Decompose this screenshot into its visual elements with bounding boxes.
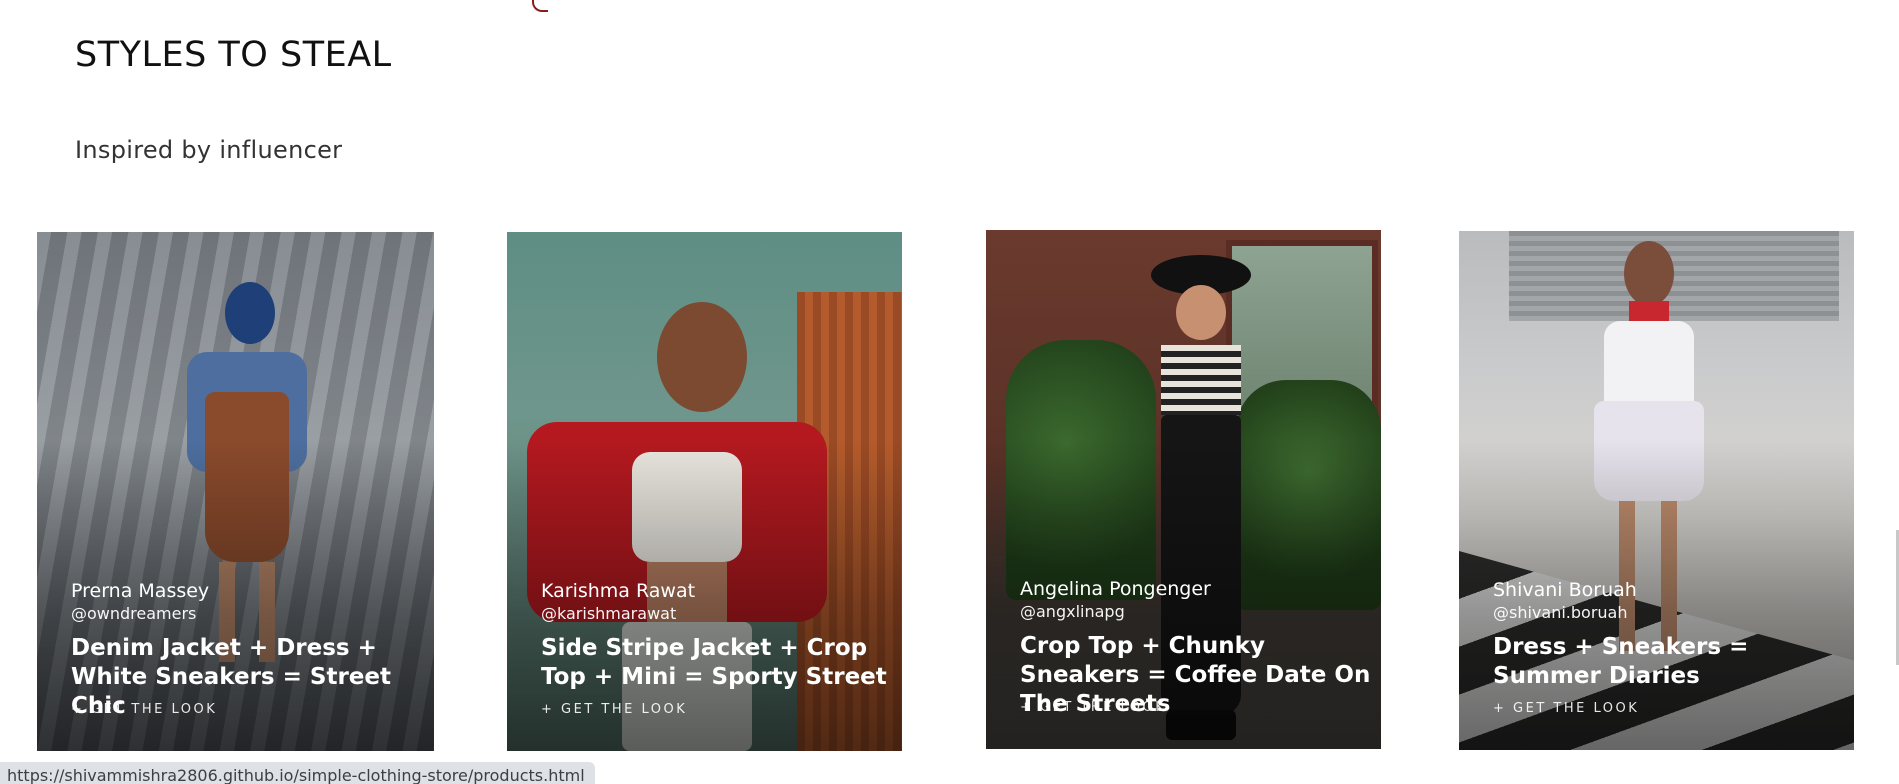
influencer-card-prerna[interactable]: Prerna Massey @owndreamers Denim Jacket … bbox=[37, 232, 434, 751]
get-the-look-link[interactable]: + GET THE LOOK bbox=[71, 702, 217, 717]
influencer-name: Karishma Rawat bbox=[541, 580, 696, 602]
influencer-handle: @karishmarawat bbox=[541, 604, 677, 623]
influencer-card-angelina[interactable]: Angelina Pongenger @angxlinapg Crop Top … bbox=[986, 230, 1381, 749]
look-title: Dress + Sneakers = Summer Diaries bbox=[1493, 634, 1749, 689]
get-the-look-link[interactable]: + GET THE LOOK bbox=[1020, 700, 1166, 715]
page: STYLES TO STEAL Inspired by influencer P… bbox=[0, 0, 1899, 784]
get-the-look-link[interactable]: + GET THE LOOK bbox=[1493, 701, 1639, 716]
decorative-stroke bbox=[532, 0, 548, 12]
influencer-card-shivani[interactable]: Shivani Boruah @shivani.boruah Dress + S… bbox=[1459, 231, 1854, 750]
influencer-handle: @shivani.boruah bbox=[1493, 603, 1628, 622]
get-the-look-link[interactable]: + GET THE LOOK bbox=[541, 702, 687, 717]
influencer-card-karishma[interactable]: Karishma Rawat @karishmarawat Side Strip… bbox=[507, 232, 902, 751]
influencer-name: Prerna Massey bbox=[71, 580, 210, 602]
look-title: Side Stripe Jacket + Crop Top + Mini = S… bbox=[541, 635, 887, 690]
section-subtitle: Inspired by influencer bbox=[75, 136, 343, 164]
influencer-handle: @owndreamers bbox=[71, 604, 197, 623]
section-title: STYLES TO STEAL bbox=[75, 35, 392, 75]
link-status-bar: https://shivammishra2806.github.io/simpl… bbox=[0, 762, 595, 784]
influencer-handle: @angxlinapg bbox=[1020, 602, 1125, 621]
influencer-name: Angelina Pongenger bbox=[1020, 578, 1211, 600]
influencer-name: Shivani Boruah bbox=[1493, 579, 1637, 601]
